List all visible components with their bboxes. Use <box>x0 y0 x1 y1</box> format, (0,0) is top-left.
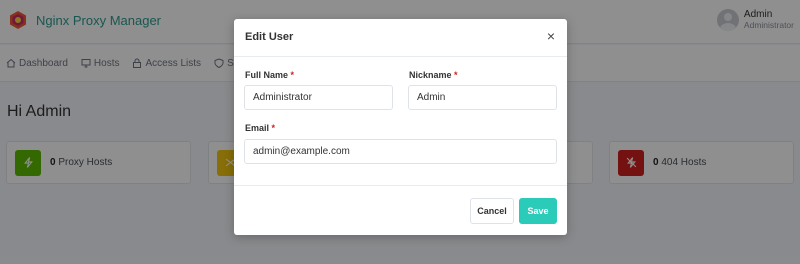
modal-title: Edit User <box>245 31 294 43</box>
edit-user-dialog: Edit User × Full Name * Nickname * Email… <box>234 19 567 235</box>
required-asterisk: * <box>454 70 458 80</box>
modal-header: Edit User × <box>234 19 567 57</box>
modal-body: Full Name * Nickname * Email * <box>234 57 567 186</box>
save-button[interactable]: Save <box>519 198 557 224</box>
full-name-input[interactable] <box>244 85 393 110</box>
required-asterisk: * <box>290 70 295 80</box>
email-input[interactable] <box>244 139 557 164</box>
nickname-input[interactable] <box>408 85 557 110</box>
modal-footer <box>234 186 567 234</box>
email-label: Email * <box>245 123 276 133</box>
close-icon[interactable]: × <box>547 29 555 43</box>
required-asterisk: * <box>271 123 276 133</box>
full-name-label: Full Name * <box>245 70 295 80</box>
cancel-button[interactable]: Cancel <box>470 198 514 224</box>
nickname-label: Nickname * <box>409 70 458 80</box>
